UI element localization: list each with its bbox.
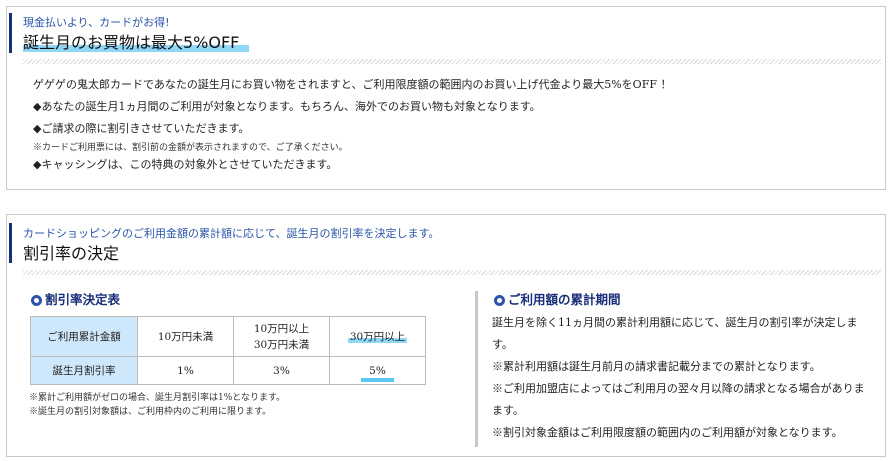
bullet-text: ◆キャッシングは、この特典の対象外とさせていただきます。	[33, 158, 338, 171]
rate-table-panel: 割引率決定表 ご利用累計金額 10万円未満 10万円以上 30万円未満 30万円以…	[29, 291, 465, 419]
circle-bullet-icon	[494, 294, 505, 306]
table-cell: 3%	[233, 356, 330, 385]
section-title: 誕生月のお買物は最大5%OFF	[23, 33, 250, 53]
period-text: ※割引対象金額はご利用限度額の範囲内のご利用額が対象となります。	[492, 426, 843, 439]
period-text: ます。	[492, 404, 524, 417]
table-row: 誕生月割引率 1% 3% 5%	[30, 356, 426, 385]
table-cell-highlight: 30万円以上	[329, 316, 426, 357]
note-text: ※誕生月の割引対象額は、ご利用枠内のご利用に限ります。	[29, 407, 272, 417]
table-cell: 10万円以上 30万円未満	[233, 316, 330, 357]
note-text: ※カードご利用票には、割引前の金額が表示されますので、ご了承ください。	[33, 143, 348, 153]
period-text: 誕生月を除く11ヵ月間の累計利用額に応じて、誕生月の割引率が決定しま	[492, 316, 858, 329]
table-cell-line: 10万円以上	[253, 322, 310, 335]
period-text: ※ご利用加盟店によってはご利用月の翌々月以降の請求となる場合がありま	[492, 382, 865, 395]
table-heading: 割引率決定表	[29, 291, 465, 309]
section-title: 割引率の決定	[23, 244, 120, 263]
section-subtitle: カードショッピングのご利用金額の累計額に応じて、誕生月の割引率を決定します。	[23, 227, 440, 240]
discount-rate-section: カードショッピングのご利用金額の累計額に応じて、誕生月の割引率を決定します。 割…	[6, 214, 886, 457]
table-row: ご利用累計金額 10万円未満 10万円以上 30万円未満 30万円以上	[30, 316, 426, 357]
intro-text: ゲゲゲの鬼太郎カードであなたの誕生月にお買い物をされますと、ご利用限度額の範囲内…	[33, 78, 672, 91]
bullet-text: ◆あなたの誕生月1ヵ月間のご利用が対象となります。もちろん、海外でのお買い物も対…	[33, 100, 541, 113]
circle-bullet-icon	[31, 294, 42, 306]
table-cell-highlight: 5%	[329, 356, 426, 385]
section-subtitle: 現金払いより、カードがお得!	[23, 16, 170, 29]
birthday-discount-section: 現金払いより、カードがお得! 誕生月のお買物は最大5%OFF ゲゲゲの鬼太郎カー…	[6, 6, 886, 190]
table-header-cell: 誕生月割引率	[30, 356, 138, 385]
table-cell: 1%	[137, 356, 234, 385]
hatched-divider	[23, 270, 881, 275]
bullet-text: ◆ご請求の際に割引きさせていただきます。	[33, 122, 250, 135]
table-cell: 10万円未満	[137, 316, 234, 357]
period-text: す。	[492, 338, 513, 351]
period-text: ※累計利用額は誕生月前月の請求書記載分までの累計となります。	[492, 360, 821, 373]
table-notes: ※累計ご利用額がゼロの場合、誕生月割引率は1%となります。 ※誕生月の割引対象額…	[29, 391, 465, 419]
note-text: ※累計ご利用額がゼロの場合、誕生月割引率は1%となります。	[29, 393, 286, 403]
section-body: ゲゲゲの鬼太郎カードであなたの誕生月にお買い物をされますと、ご利用限度額の範囲内…	[7, 64, 885, 174]
period-body: 誕生月を除く11ヵ月間の累計利用額に応じて、誕生月の割引率が決定しま す。 ※累…	[492, 312, 879, 444]
table-header-cell: ご利用累計金額	[30, 316, 138, 357]
period-heading: ご利用額の累計期間	[492, 291, 879, 309]
section-header: カードショッピングのご利用金額の累計額に応じて、誕生月の割引率を決定します。 割…	[7, 215, 885, 264]
table-cell-line: 30万円未満	[253, 338, 310, 351]
section-header: 現金払いより、カードがお得! 誕生月のお買物は最大5%OFF	[7, 7, 885, 53]
accumulation-period-panel: ご利用額の累計期間 誕生月を除く11ヵ月間の累計利用額に応じて、誕生月の割引率が…	[475, 291, 879, 447]
discount-rate-table: ご利用累計金額 10万円未満 10万円以上 30万円未満 30万円以上 誕生月割引…	[30, 316, 426, 385]
